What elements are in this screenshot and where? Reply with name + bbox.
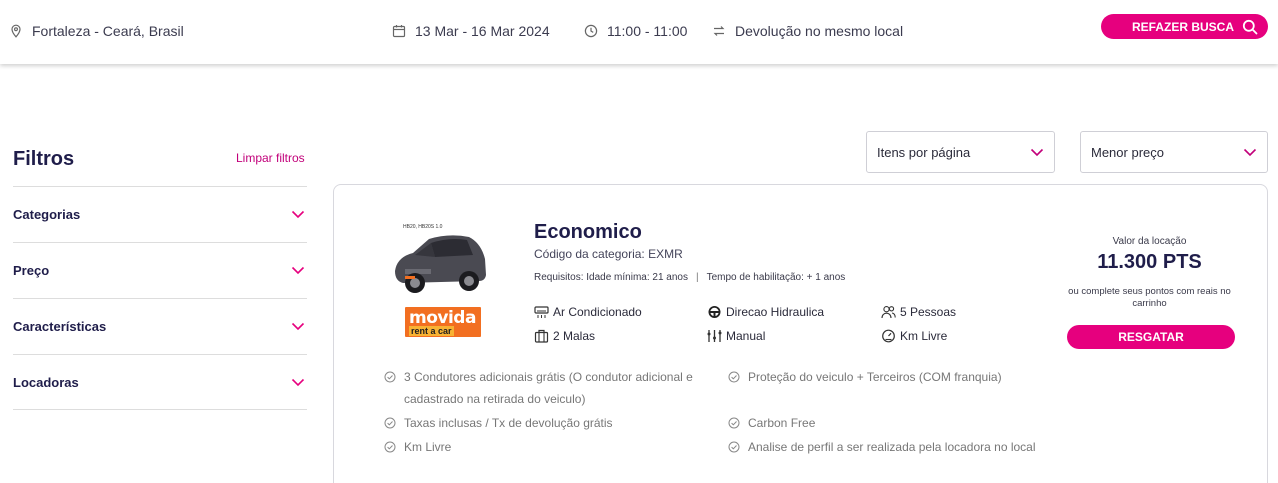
feature-ac: Ar Condicionado [534,305,642,319]
times-info: 11:00 - 11:00 [584,21,687,41]
feature-gearbox: Manual [707,329,765,343]
location-text: Fortaleza - Ceará, Brasil [32,23,184,39]
feature-km: Km Livre [881,329,947,343]
benefit-item: Taxas inclusas / Tx de devolução grátis [384,412,704,434]
feature-people: 5 Pessoas [881,305,956,319]
category-code: Código da categoria: EXMR [534,247,683,261]
check-circle-icon [384,371,396,383]
rental-company-logo: movida rent a car [405,307,481,337]
filter-list: Categorias Preço Características Locador… [13,186,307,410]
sort-order-select[interactable]: Menor preço [1080,131,1268,173]
speedometer-icon [882,329,895,343]
price-note: ou complete seus pontos com reais no car… [1068,286,1231,309]
filter-label: Características [13,319,107,334]
benefit-item: Analise de perfil a ser realizada pela l… [728,436,1068,458]
items-per-page-select[interactable]: Itens por página [866,131,1055,173]
steering-wheel-icon [708,306,721,318]
swap-arrows-icon [713,26,725,36]
filter-label: Locadoras [13,374,79,390]
location-pin-icon [11,24,21,38]
check-circle-icon [728,371,740,383]
clock-icon [584,24,598,38]
return-info: Devolução no mesmo local [712,21,903,41]
calendar-icon [392,25,406,38]
car-offer-card: HB20, HB20S 1.0 movida rent a car Econom… [333,184,1268,483]
chevron-down-icon [291,210,305,219]
redo-search-label: REFAZER BUSCA [1131,19,1234,34]
redo-search-button[interactable]: REFAZER BUSCA [1101,14,1268,39]
redeem-button[interactable]: RESGATAR [1067,325,1235,349]
check-circle-icon [728,417,740,429]
filter-label: Categorias [13,207,81,222]
requirements-separator: | [695,272,699,283]
car-category-title: Economico [534,221,642,243]
check-circle-icon [384,417,396,429]
requirements: Requisitos: Idade mínima: 21 anos | Temp… [534,272,845,283]
license-requirement: Tempo de habilitação: + 1 anos [706,272,846,283]
chevron-down-icon [291,266,305,275]
return-text: Devolução no mesmo local [735,23,904,39]
dates-info: 13 Mar - 16 Mar 2024 [392,21,550,41]
feature-steering: Direcao Hidraulica [707,305,824,319]
gearbox-icon [707,330,722,342]
benefit-item: Proteção do veiculo + Terceiros (COM fra… [728,366,1068,388]
search-summary-bar: Fortaleza - Ceará, Brasil 13 Mar - 16 Ma… [0,0,1278,64]
filter-price[interactable]: Preço [13,242,307,298]
benefit-item: Km Livre [384,436,704,458]
price-label: Valor da locação [1112,236,1187,247]
logo-subtext: rent a car [409,326,454,336]
price-value: 11.300 PTS [1097,251,1202,273]
chevron-down-icon [1243,148,1257,156]
check-circle-icon [384,441,396,453]
chevron-down-icon [291,322,305,331]
sort-order-value: Menor preço [1091,144,1164,160]
search-icon [1242,19,1258,34]
benefit-item: Carbon Free [728,412,1068,434]
location-info: Fortaleza - Ceará, Brasil [9,21,184,41]
clear-filters-link[interactable]: Limpar filtros [236,151,305,165]
check-circle-icon [728,441,740,453]
chevron-down-icon [1030,148,1044,156]
filter-rental-companies[interactable]: Locadoras [13,354,307,410]
people-icon [881,306,896,319]
luggage-icon [534,329,549,343]
times-text: 11:00 - 11:00 [607,23,688,39]
min-age-requirement: Requisitos: Idade mínima: 21 anos [534,272,688,283]
benefit-item: 3 Condutores adicionais grátis (O condut… [384,366,704,410]
chevron-down-icon [291,378,305,386]
feature-bags: 2 Malas [534,329,595,343]
items-per-page-value: Itens por página [877,144,971,160]
dates-text: 13 Mar - 16 Mar 2024 [415,23,550,39]
car-image: HB20, HB20S 1.0 [395,223,486,293]
logo-text: movida [409,308,476,328]
filter-label: Preço [13,263,50,278]
filters-title: Filtros [13,148,75,170]
filter-features[interactable]: Características [13,298,307,354]
svg-text:HB20, HB20S 1.0: HB20, HB20S 1.0 [403,224,443,230]
filter-categories[interactable]: Categorias [13,186,307,242]
air-conditioner-icon [534,306,549,318]
